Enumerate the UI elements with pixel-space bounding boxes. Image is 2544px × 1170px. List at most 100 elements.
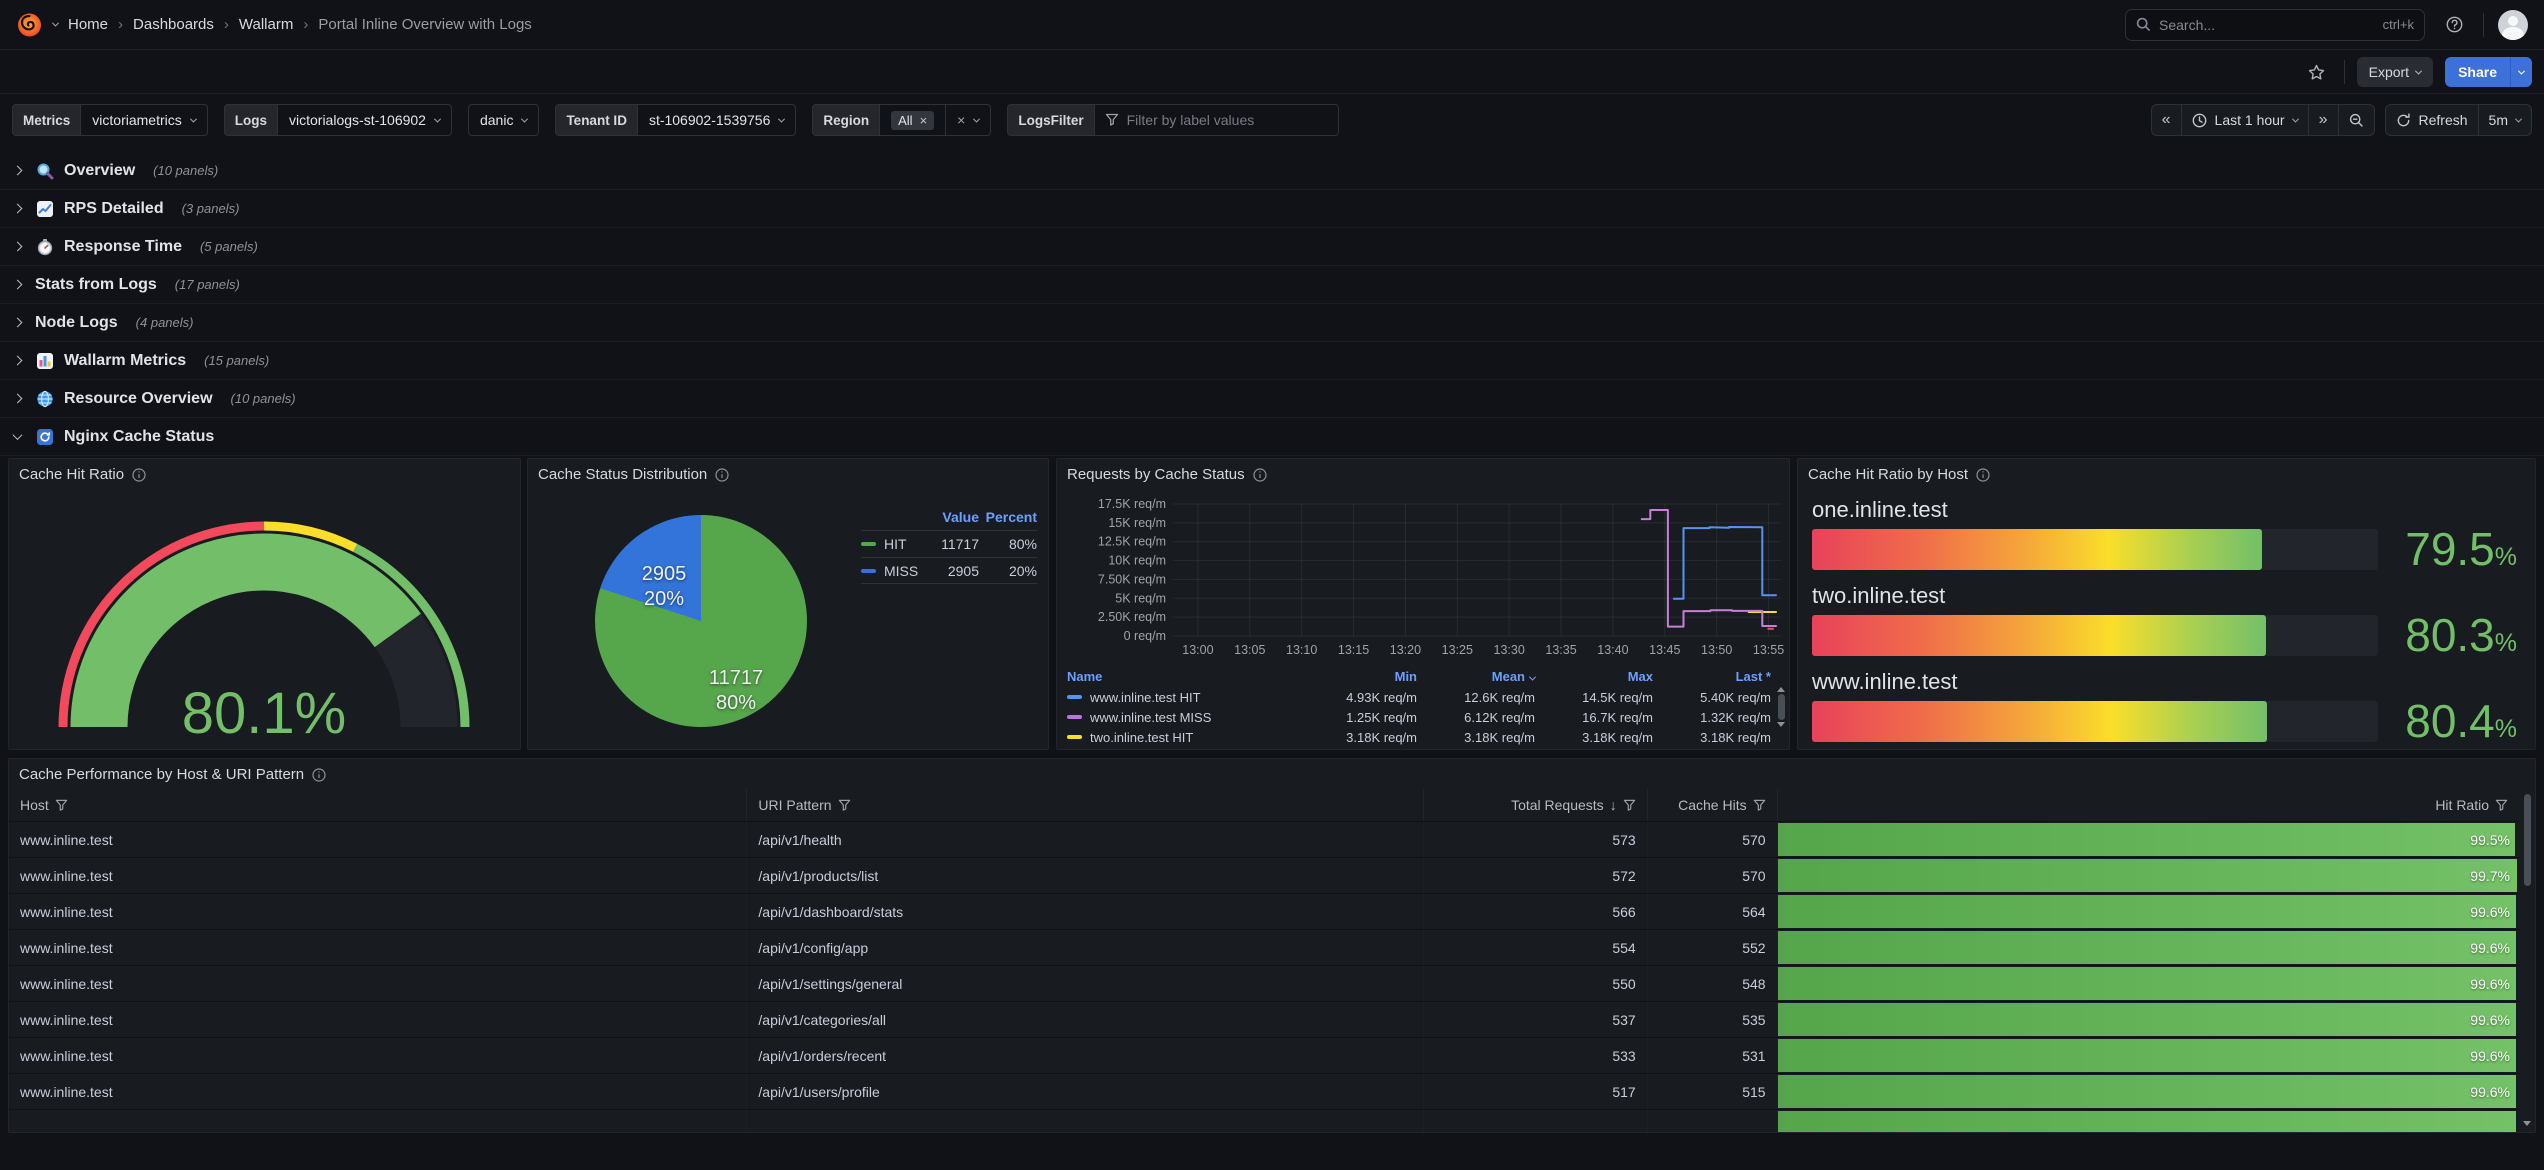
variable-tenant-value[interactable]: st-106902-1539756 xyxy=(637,104,796,136)
legend-header-name[interactable]: Name xyxy=(1067,669,1299,684)
pie-legend-value: 11717 xyxy=(927,536,979,552)
region-chip-all[interactable]: All × xyxy=(891,111,934,130)
dashboard-row-nginx-cache-status[interactable]: Nginx Cache Status xyxy=(0,418,2544,456)
table-row: www.inline.test/api/v1/config/app5545529… xyxy=(9,930,2519,966)
panel-title-cache-hit-ratio-by-host[interactable]: Cache Hit Ratio by Host xyxy=(1808,466,1990,483)
info-icon[interactable] xyxy=(312,768,326,782)
dashboard-row-overview[interactable]: Overview(10 panels) xyxy=(0,152,2544,190)
legend-series-toggle[interactable]: www.inline.test MISS xyxy=(1067,710,1299,725)
cell-total-requests: 550 xyxy=(1423,966,1647,1001)
clear-selection-icon[interactable]: × xyxy=(957,112,965,128)
svg-text:12.5K req/m: 12.5K req/m xyxy=(1098,535,1166,549)
svg-text:13:05: 13:05 xyxy=(1234,643,1265,657)
time-shift-forward-button[interactable]: » xyxy=(2308,105,2338,135)
legend-series-toggle[interactable]: www.inline.test HIT xyxy=(1067,690,1299,705)
breadcrumb-item[interactable]: Dashboards xyxy=(133,16,214,33)
refresh-button[interactable]: Refresh xyxy=(2386,105,2478,135)
search-input[interactable]: Search... ctrl+k xyxy=(2125,9,2425,41)
breadcrumb-item[interactable]: Wallarm xyxy=(239,16,293,33)
share-caret-button[interactable] xyxy=(2510,57,2532,87)
panel-title-cache-status-distribution[interactable]: Cache Status Distribution xyxy=(538,466,729,483)
pie-legend-series[interactable]: MISS xyxy=(861,563,927,579)
variables-toolbar: Metrics victoriametrics Logs victorialog… xyxy=(0,95,2544,145)
panel-title-cache-performance[interactable]: Cache Performance by Host & URI Pattern xyxy=(19,766,326,783)
variable-extra-value[interactable]: danic xyxy=(468,104,539,136)
svg-text:2.50K req/m: 2.50K req/m xyxy=(1098,610,1166,624)
gauge-visualization: 80.1% xyxy=(16,489,513,741)
dashboard-row-rps-detailed[interactable]: RPS Detailed(3 panels) xyxy=(0,190,2544,228)
time-range-picker-button[interactable]: Last 1 hour xyxy=(2181,105,2308,135)
help-button[interactable] xyxy=(2439,10,2469,40)
variable-logsfilter: LogsFilter Filter by label values xyxy=(1007,104,1338,136)
dashboard-row-wallarm-metrics[interactable]: Wallarm Metrics(15 panels) xyxy=(0,342,2544,380)
svg-text:13:15: 13:15 xyxy=(1338,643,1369,657)
host-bar-track xyxy=(1812,701,2378,742)
panel-title-cache-hit-ratio[interactable]: Cache Hit Ratio xyxy=(19,466,146,483)
series-line xyxy=(1673,527,1777,599)
dashboard-row-response-time[interactable]: Response Time(5 panels) xyxy=(0,228,2544,266)
svg-text:0 req/m: 0 req/m xyxy=(1124,629,1166,643)
top-navigation-bar: Home›Dashboards›Wallarm›Portal Inline Ov… xyxy=(0,0,2544,50)
breadcrumb-item[interactable]: Home xyxy=(68,16,108,33)
legend-header-max[interactable]: Max xyxy=(1535,669,1653,684)
timeseries-legend-row: two.inline.test HIT3.18K req/m3.18K req/… xyxy=(1067,727,1771,747)
user-avatar[interactable] xyxy=(2498,10,2528,40)
table-header-cache-hits[interactable]: Cache Hits xyxy=(1647,789,1777,821)
share-button[interactable]: Share xyxy=(2445,57,2510,87)
refresh-interval-button[interactable]: 5m xyxy=(2478,105,2531,135)
info-icon[interactable] xyxy=(1976,468,1990,482)
grafana-logo-icon[interactable] xyxy=(16,11,43,38)
legend-scrollbar[interactable] xyxy=(1776,687,1786,743)
legend-header-mean[interactable]: Mean xyxy=(1417,669,1535,684)
table-header-host[interactable]: Host xyxy=(9,789,746,821)
table-header-total-requests[interactable]: Total Requests↓ xyxy=(1423,789,1647,821)
legend-series-toggle[interactable]: two.inline.test HIT xyxy=(1067,730,1299,745)
dashboard-row-resource-overview[interactable]: Resource Overview(10 panels) xyxy=(0,380,2544,418)
time-zoom-out-button[interactable] xyxy=(2338,105,2374,135)
variable-extra: danic xyxy=(468,104,539,136)
variable-metrics-value[interactable]: victoriametrics xyxy=(80,104,207,136)
cell-cache-hits: 548 xyxy=(1647,966,1777,1001)
variable-logs-value[interactable]: victorialogs-st-106902 xyxy=(277,104,452,136)
column-filter-icon[interactable] xyxy=(2495,799,2508,812)
org-switcher-chevron-icon[interactable] xyxy=(52,20,59,27)
info-icon[interactable] xyxy=(132,468,146,482)
cell-uri-pattern: /api/v1/categories/all xyxy=(746,1002,1422,1037)
column-filter-icon[interactable] xyxy=(1753,799,1766,812)
pie-legend-header-percent[interactable]: Percent xyxy=(979,509,1037,525)
hit-ratio-value: 99.7% xyxy=(2470,858,2510,893)
pie-legend-series[interactable]: HIT xyxy=(861,536,927,552)
column-filter-icon[interactable] xyxy=(1623,799,1636,812)
pie-legend-percent: 20% xyxy=(979,563,1037,579)
legend-header-min[interactable]: Min xyxy=(1299,669,1417,684)
table-header-uri-pattern[interactable]: URI Pattern xyxy=(746,789,1422,821)
pie-legend-header-value[interactable]: Value xyxy=(927,509,979,525)
pie-legend-percent: 80% xyxy=(979,536,1037,552)
table-scrollbar[interactable] xyxy=(2522,792,2532,1126)
svg-text:13:20: 13:20 xyxy=(1390,643,1421,657)
table-row xyxy=(9,1110,2519,1132)
info-icon[interactable] xyxy=(1253,468,1267,482)
info-icon[interactable] xyxy=(715,468,729,482)
dashboard-row-stats-from-logs[interactable]: Stats from Logs(17 panels) xyxy=(0,266,2544,304)
table-header-hit-ratio[interactable]: Hit Ratio xyxy=(1777,789,2519,821)
column-filter-icon[interactable] xyxy=(838,799,851,812)
chevron-down-icon[interactable] xyxy=(973,115,980,122)
column-filter-icon[interactable] xyxy=(55,799,68,812)
dashboard-row-node-logs[interactable]: Node Logs(4 panels) xyxy=(0,304,2544,342)
cell-total-requests: 517 xyxy=(1423,1074,1647,1109)
row-title: Response Time xyxy=(64,238,182,256)
logsfilter-input[interactable]: Filter by label values xyxy=(1094,104,1339,136)
panel-title-requests-by-cache-status[interactable]: Requests by Cache Status xyxy=(1067,466,1267,483)
host-bar-track xyxy=(1812,615,2378,656)
breadcrumb-item[interactable]: Portal Inline Overview with Logs xyxy=(318,16,531,33)
time-shift-back-button[interactable]: « xyxy=(2152,105,2181,135)
legend-stat-last: 1.32K req/m xyxy=(1653,710,1771,725)
variable-tenant: Tenant ID st-106902-1539756 xyxy=(555,104,796,136)
export-button[interactable]: Export xyxy=(2357,57,2433,87)
star-dashboard-button[interactable] xyxy=(2302,57,2332,87)
variable-region-value[interactable]: All × xyxy=(879,104,946,136)
panel-requests-by-cache-status: Requests by Cache Status 17.5K req/m15K … xyxy=(1056,458,1790,750)
chip-remove-icon[interactable]: × xyxy=(920,113,928,128)
legend-header-last[interactable]: Last * xyxy=(1653,669,1771,684)
